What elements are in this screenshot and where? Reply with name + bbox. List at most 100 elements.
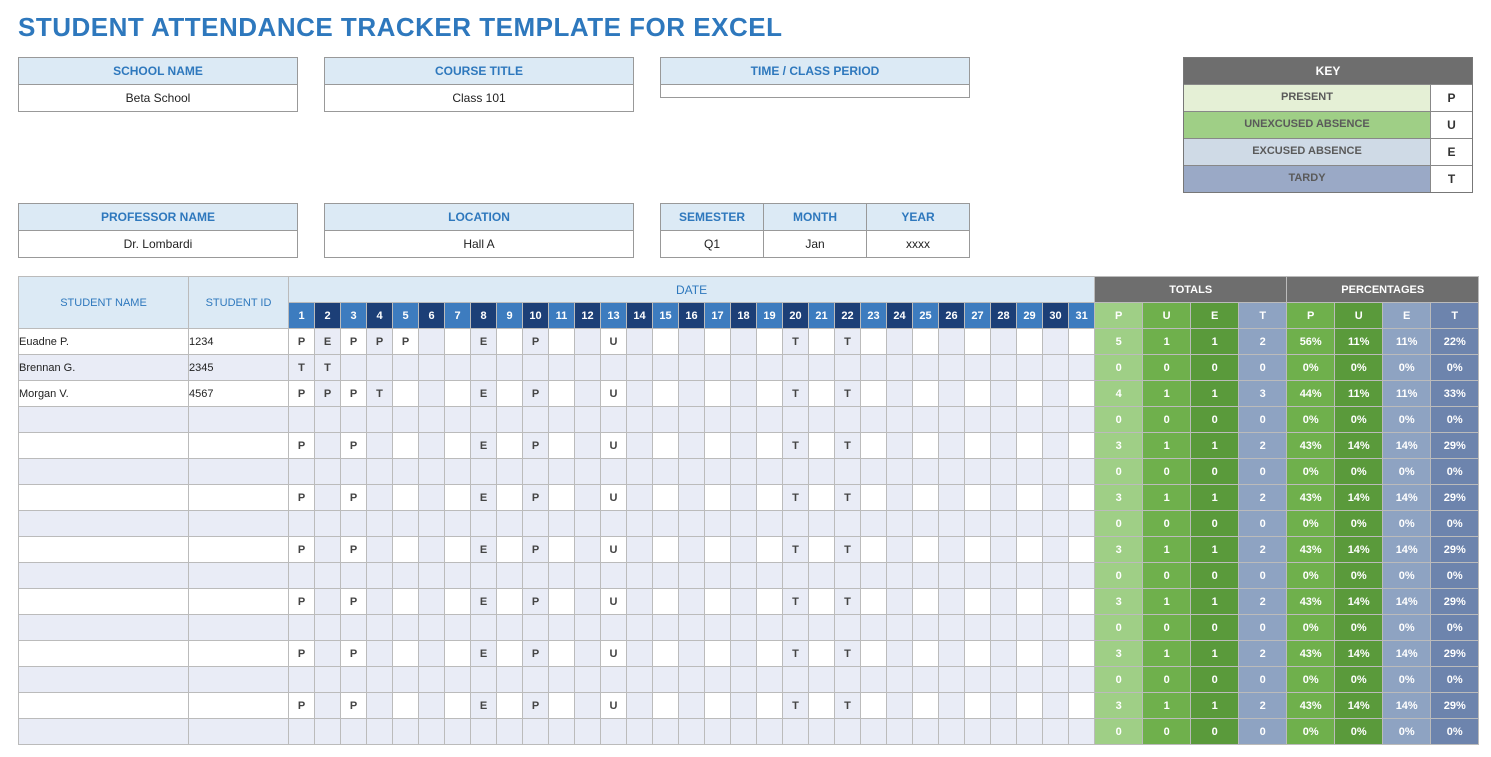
attendance-cell[interactable]	[393, 485, 419, 511]
attendance-cell[interactable]: P	[341, 329, 367, 355]
attendance-cell[interactable]	[497, 667, 523, 693]
attendance-cell[interactable]	[887, 563, 913, 589]
attendance-cell[interactable]: E	[471, 485, 497, 511]
attendance-cell[interactable]	[757, 641, 783, 667]
professor-value[interactable]: Dr. Lombardi	[19, 231, 297, 257]
attendance-cell[interactable]	[549, 537, 575, 563]
attendance-cell[interactable]	[757, 381, 783, 407]
attendance-cell[interactable]	[887, 485, 913, 511]
attendance-cell[interactable]	[1043, 433, 1069, 459]
student-id-cell[interactable]	[189, 511, 289, 537]
attendance-cell[interactable]	[367, 563, 393, 589]
attendance-cell[interactable]	[861, 433, 887, 459]
attendance-cell[interactable]	[939, 355, 965, 381]
attendance-cell[interactable]	[549, 563, 575, 589]
attendance-cell[interactable]	[1069, 719, 1095, 745]
attendance-cell[interactable]: E	[471, 381, 497, 407]
attendance-cell[interactable]	[419, 485, 445, 511]
attendance-cell[interactable]: P	[523, 329, 549, 355]
attendance-cell[interactable]	[445, 329, 471, 355]
attendance-cell[interactable]: E	[471, 537, 497, 563]
attendance-cell[interactable]	[679, 719, 705, 745]
attendance-cell[interactable]	[1069, 355, 1095, 381]
attendance-cell[interactable]	[731, 485, 757, 511]
student-name-cell[interactable]	[19, 667, 189, 693]
attendance-cell[interactable]	[757, 407, 783, 433]
student-name-cell[interactable]	[19, 485, 189, 511]
attendance-cell[interactable]	[887, 537, 913, 563]
attendance-cell[interactable]	[627, 641, 653, 667]
attendance-cell[interactable]	[497, 693, 523, 719]
attendance-cell[interactable]	[731, 329, 757, 355]
attendance-cell[interactable]	[393, 355, 419, 381]
location-value[interactable]: Hall A	[325, 231, 633, 257]
attendance-cell[interactable]	[627, 459, 653, 485]
attendance-cell[interactable]: P	[341, 433, 367, 459]
attendance-cell[interactable]	[419, 329, 445, 355]
attendance-cell[interactable]: T	[835, 589, 861, 615]
attendance-cell[interactable]	[835, 511, 861, 537]
attendance-cell[interactable]: P	[523, 693, 549, 719]
attendance-cell[interactable]	[965, 667, 991, 693]
attendance-cell[interactable]	[315, 485, 341, 511]
attendance-cell[interactable]	[601, 407, 627, 433]
attendance-cell[interactable]	[731, 615, 757, 641]
attendance-cell[interactable]	[341, 563, 367, 589]
attendance-cell[interactable]	[627, 693, 653, 719]
attendance-cell[interactable]	[1017, 485, 1043, 511]
attendance-cell[interactable]: U	[601, 329, 627, 355]
attendance-cell[interactable]	[939, 563, 965, 589]
attendance-cell[interactable]	[705, 563, 731, 589]
attendance-cell[interactable]	[627, 407, 653, 433]
student-id-cell[interactable]: 2345	[189, 355, 289, 381]
attendance-cell[interactable]	[445, 355, 471, 381]
attendance-cell[interactable]	[939, 537, 965, 563]
attendance-cell[interactable]	[705, 485, 731, 511]
attendance-cell[interactable]	[575, 693, 601, 719]
attendance-cell[interactable]	[1069, 641, 1095, 667]
attendance-cell[interactable]	[965, 485, 991, 511]
attendance-cell[interactable]	[835, 563, 861, 589]
student-id-cell[interactable]	[189, 407, 289, 433]
attendance-cell[interactable]	[991, 407, 1017, 433]
attendance-cell[interactable]	[679, 693, 705, 719]
attendance-cell[interactable]	[679, 459, 705, 485]
attendance-cell[interactable]	[549, 641, 575, 667]
attendance-cell[interactable]	[835, 719, 861, 745]
attendance-cell[interactable]	[809, 355, 835, 381]
attendance-cell[interactable]	[471, 355, 497, 381]
student-id-cell[interactable]: 4567	[189, 381, 289, 407]
school-value[interactable]: Beta School	[19, 85, 297, 111]
attendance-cell[interactable]	[445, 563, 471, 589]
attendance-cell[interactable]	[783, 407, 809, 433]
attendance-cell[interactable]	[497, 563, 523, 589]
attendance-cell[interactable]: U	[601, 641, 627, 667]
attendance-cell[interactable]	[575, 563, 601, 589]
student-name-cell[interactable]	[19, 615, 189, 641]
attendance-cell[interactable]	[1043, 511, 1069, 537]
attendance-cell[interactable]	[393, 563, 419, 589]
attendance-cell[interactable]	[315, 433, 341, 459]
attendance-cell[interactable]	[835, 459, 861, 485]
attendance-cell[interactable]	[913, 355, 939, 381]
attendance-cell[interactable]	[913, 537, 939, 563]
attendance-cell[interactable]	[705, 355, 731, 381]
attendance-cell[interactable]	[705, 589, 731, 615]
attendance-cell[interactable]	[783, 667, 809, 693]
attendance-cell[interactable]	[861, 485, 887, 511]
attendance-cell[interactable]	[627, 355, 653, 381]
attendance-cell[interactable]	[679, 511, 705, 537]
attendance-cell[interactable]	[497, 641, 523, 667]
attendance-cell[interactable]	[861, 381, 887, 407]
attendance-cell[interactable]	[965, 537, 991, 563]
attendance-cell[interactable]	[809, 329, 835, 355]
attendance-cell[interactable]	[471, 459, 497, 485]
attendance-cell[interactable]	[601, 667, 627, 693]
attendance-cell[interactable]	[445, 589, 471, 615]
attendance-cell[interactable]	[1017, 511, 1043, 537]
attendance-cell[interactable]: P	[341, 589, 367, 615]
attendance-cell[interactable]	[705, 667, 731, 693]
attendance-cell[interactable]	[445, 459, 471, 485]
attendance-cell[interactable]	[679, 329, 705, 355]
attendance-cell[interactable]	[367, 485, 393, 511]
